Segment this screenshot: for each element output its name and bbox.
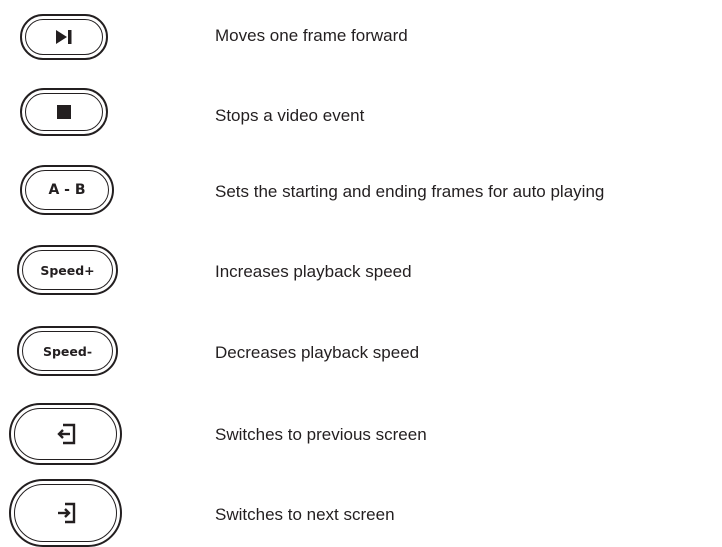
a-b-label: A - B — [48, 182, 86, 198]
previous-screen-description: Switches to previous screen — [215, 425, 427, 444]
step-forward-description: Moves one frame forward — [215, 26, 408, 45]
next-screen-button[interactable] — [9, 479, 122, 547]
stop-description: Stops a video event — [215, 106, 365, 125]
speed-down-description: Decreases playback speed — [215, 343, 420, 362]
previous-screen-button[interactable] — [9, 403, 122, 465]
speed-up-description: Increases playback speed — [215, 262, 412, 281]
a-b-description: Sets the starting and ending frames for … — [215, 182, 605, 201]
speed-up-label: Speed+ — [40, 262, 95, 278]
stop-icon — [57, 105, 71, 119]
a-b-button[interactable]: A - B — [20, 165, 114, 215]
step-forward-icon — [54, 29, 74, 45]
stop-button[interactable] — [20, 88, 108, 136]
next-screen-description: Switches to next screen — [215, 505, 395, 524]
next-screen-icon — [55, 502, 77, 524]
speed-down-button[interactable]: Speed- — [17, 326, 118, 376]
step-forward-button[interactable] — [20, 14, 108, 60]
previous-screen-icon — [55, 423, 77, 445]
speed-down-label: Speed- — [42, 343, 93, 359]
speed-up-button[interactable]: Speed+ — [17, 245, 118, 295]
